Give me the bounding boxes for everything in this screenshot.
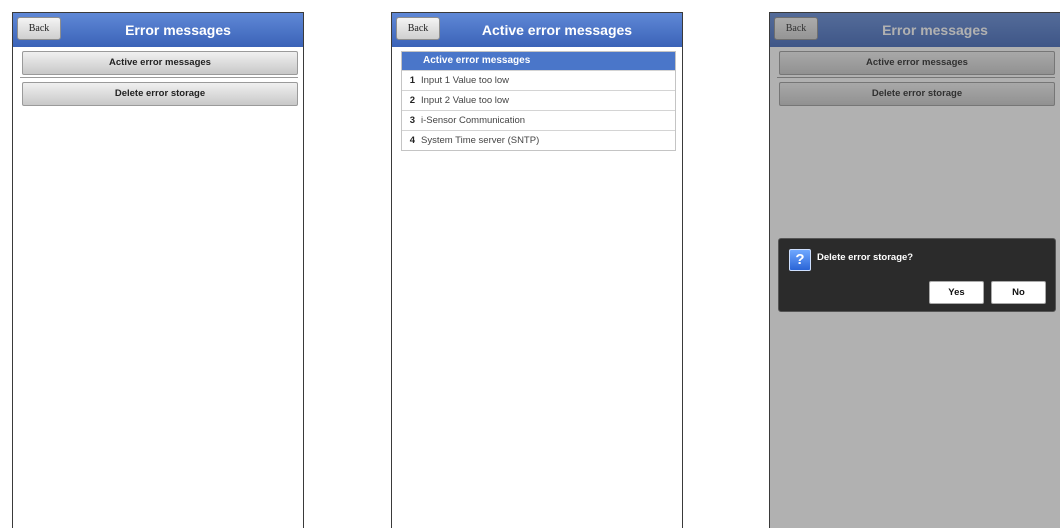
row-text: Input 1 Value too low xyxy=(421,75,510,86)
row-text: i-Sensor Communication xyxy=(421,115,526,126)
row-number: 3 xyxy=(409,115,415,126)
divider xyxy=(20,77,298,78)
no-button[interactable]: No xyxy=(991,281,1046,304)
table-row[interactable]: 3 i-Sensor Communication xyxy=(402,110,675,130)
header-bar: Back Active error messages xyxy=(392,13,682,47)
row-number: 4 xyxy=(409,135,415,146)
row-text: Input 2 Value too low xyxy=(421,95,510,106)
question-icon: ? xyxy=(789,249,811,271)
table-row[interactable]: 4 System Time server (SNTP) xyxy=(402,130,675,150)
table-row[interactable]: 2 Input 2 Value too low xyxy=(402,90,675,110)
back-button[interactable]: Back xyxy=(17,17,61,40)
table-row[interactable]: 1 Input 1 Value too low xyxy=(402,70,675,90)
screen-title: Error messages xyxy=(125,22,231,38)
confirm-dialog: ? Delete error storage? Yes No xyxy=(778,238,1056,312)
table-header: Active error messages xyxy=(402,52,675,70)
yes-button[interactable]: Yes xyxy=(929,281,984,304)
dialog-message: Delete error storage? xyxy=(817,252,914,263)
delete-confirm-screen: Back Error messages Active error message… xyxy=(769,12,1060,528)
back-button[interactable]: Back xyxy=(396,17,440,40)
row-text: System Time server (SNTP) xyxy=(421,135,540,146)
error-table: Active error messages 1 Input 1 Value to… xyxy=(401,51,676,151)
error-messages-screen: Back Error messages Active error message… xyxy=(12,12,304,528)
delete-error-storage-button[interactable]: Delete error storage xyxy=(22,82,298,106)
active-error-messages-button[interactable]: Active error messages xyxy=(22,51,298,75)
row-number: 2 xyxy=(409,95,415,106)
row-number: 1 xyxy=(409,75,415,86)
header-bar: Back Error messages xyxy=(13,13,303,47)
active-error-messages-screen: Back Active error messages Active error … xyxy=(391,12,683,528)
screen-title: Active error messages xyxy=(481,22,633,38)
